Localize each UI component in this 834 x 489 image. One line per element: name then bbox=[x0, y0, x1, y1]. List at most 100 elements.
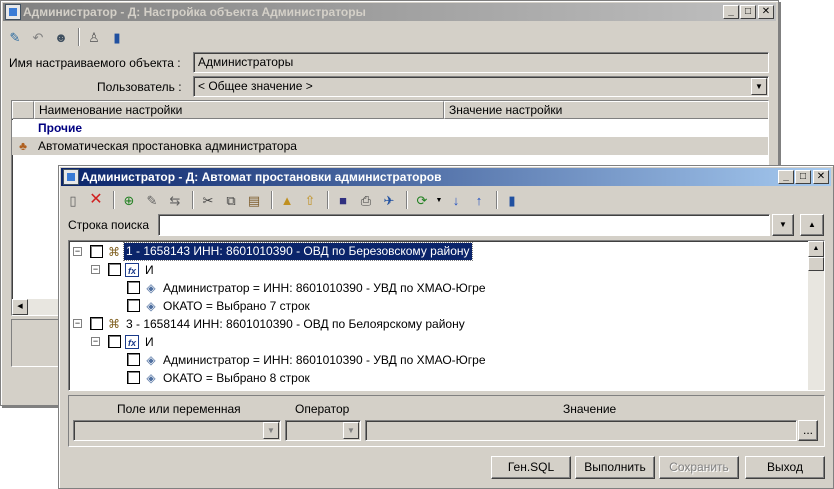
grid-header-value[interactable]: Значение настройки bbox=[444, 101, 768, 119]
users-icon[interactable]: ☻ bbox=[51, 27, 71, 47]
search-prev-button[interactable]: ▲ bbox=[800, 214, 824, 236]
tree-node-condition[interactable]: ◈ Администратор = ИНН: 8601010390 - УВД … bbox=[69, 351, 824, 369]
open-folder-icon[interactable]: ▲ bbox=[277, 190, 297, 210]
paste-icon[interactable]: ▤ bbox=[244, 190, 264, 210]
user-select-dropdown-button[interactable]: ▼ bbox=[751, 78, 767, 95]
filter-value-input[interactable] bbox=[365, 420, 797, 441]
search-label: Строка поиска bbox=[68, 218, 150, 232]
node-checkbox[interactable] bbox=[108, 263, 121, 276]
move-down-icon[interactable]: ↓ bbox=[446, 190, 466, 210]
tree-node-label: 3 - 1658144 ИНН: 8601010390 - ОВД по Бел… bbox=[126, 317, 465, 331]
function-icon: fx bbox=[125, 335, 139, 349]
tree-node-label: Администратор = ИНН: 8601010390 - УВД по… bbox=[163, 353, 486, 367]
maximize-button[interactable]: □ bbox=[795, 170, 811, 184]
grid-row[interactable]: ♣ Автоматическая простановка администрат… bbox=[12, 137, 768, 155]
filter-value-header: Значение bbox=[563, 402, 617, 416]
node-checkbox[interactable] bbox=[108, 335, 121, 348]
auto-assign-title: Администратор - Д: Автомат простановки а… bbox=[81, 170, 442, 184]
collapse-toggle[interactable]: − bbox=[73, 247, 82, 256]
grid-group-label: Прочие bbox=[38, 121, 83, 135]
user-select-value: < Общее значение > bbox=[198, 79, 313, 93]
settings-bottom-panel bbox=[11, 319, 61, 367]
browse-button-label: ... bbox=[802, 423, 813, 437]
grid-row-name: Автоматическая простановка администратор… bbox=[38, 139, 297, 153]
close-button[interactable]: ✕ bbox=[758, 5, 774, 19]
filter-field-header: Поле или переменная bbox=[117, 402, 241, 416]
condition-icon: ◈ bbox=[146, 371, 156, 385]
user-icon[interactable]: ♙ bbox=[84, 27, 104, 47]
tree-node-label: 1 - 1658143 ИНН: 8601010390 - ОВД по Бер… bbox=[123, 242, 473, 261]
toolbar-separator bbox=[496, 191, 498, 209]
collapse-toggle[interactable]: − bbox=[91, 265, 100, 274]
tree-node-label: И bbox=[145, 335, 154, 349]
settings-toolbar: ✎ ↶ ☻ ♙ ▮ bbox=[5, 25, 774, 49]
save-icon[interactable]: ■ bbox=[333, 190, 353, 210]
cut-icon[interactable]: ✂ bbox=[198, 190, 218, 210]
settings-window-titlebar[interactable]: Администратор - Д: Настройка объекта Адм… bbox=[3, 3, 776, 21]
upload-icon[interactable]: ⇧ bbox=[300, 190, 320, 210]
tree-node-rule-3[interactable]: − ⌘ 3 - 1658144 ИНН: 8601010390 - ОВД по… bbox=[69, 315, 824, 333]
tree-node-condition[interactable]: ◈ ОКАТО = Выбрано 8 строк bbox=[69, 369, 824, 387]
close-button[interactable]: ✕ bbox=[813, 170, 829, 184]
auto-assign-titlebar[interactable]: Администратор - Д: Автомат простановки а… bbox=[61, 168, 831, 186]
minimize-button[interactable]: _ bbox=[778, 170, 794, 184]
collapse-toggle[interactable]: − bbox=[73, 319, 82, 328]
settings-window-title: Администратор - Д: Настройка объекта Адм… bbox=[23, 5, 366, 19]
copy-icon[interactable]: ⧉ bbox=[221, 190, 241, 210]
add-node-icon[interactable]: ⊕ bbox=[119, 190, 139, 210]
move-up-icon[interactable]: ↑ bbox=[469, 190, 489, 210]
execute-button[interactable]: Выполнить bbox=[575, 456, 655, 479]
print-icon[interactable]: ⎙ bbox=[356, 190, 376, 210]
node-checkbox[interactable] bbox=[127, 281, 140, 294]
minimize-button[interactable]: _ bbox=[723, 5, 739, 19]
node-checkbox[interactable] bbox=[127, 371, 140, 384]
scroll-up-button[interactable]: ▲ bbox=[808, 241, 824, 257]
tree-node-rule-1[interactable]: − ⌘ 1 - 1658143 ИНН: 8601010390 - ОВД по… bbox=[69, 242, 824, 261]
gen-sql-button[interactable]: Ген.SQL bbox=[491, 456, 571, 479]
app-icon bbox=[5, 4, 21, 20]
node-checkbox[interactable] bbox=[127, 353, 140, 366]
filter-field-select[interactable] bbox=[73, 420, 281, 441]
node-checkbox[interactable] bbox=[127, 299, 140, 312]
filter-field-dropdown-button[interactable]: ▼ bbox=[263, 422, 279, 439]
filter-operator-dropdown-button[interactable]: ▼ bbox=[343, 422, 359, 439]
node-checkbox[interactable] bbox=[90, 317, 103, 330]
object-name-field[interactable]: Администраторы bbox=[193, 52, 769, 73]
save-button[interactable]: Сохранить bbox=[659, 456, 739, 479]
condition-icon: ◈ bbox=[146, 281, 156, 295]
refresh-icon[interactable]: ⟳ bbox=[412, 190, 432, 210]
exit-button[interactable]: Выход bbox=[745, 456, 825, 479]
tree-node-condition[interactable]: ◈ ОКАТО = Выбрано 7 строк bbox=[69, 297, 824, 315]
exit-icon[interactable]: ▮ bbox=[502, 190, 522, 210]
scroll-left-button[interactable]: ◀ bbox=[12, 299, 28, 315]
grid-header-name[interactable]: Наименование настройки bbox=[34, 101, 444, 119]
filter-value-browse-button[interactable]: ... bbox=[798, 420, 818, 441]
node-checkbox[interactable] bbox=[90, 245, 103, 258]
condition-icon: ◈ bbox=[146, 353, 156, 367]
grid-group-row[interactable]: Прочие bbox=[12, 120, 768, 137]
undo-icon[interactable]: ↶ bbox=[28, 27, 48, 47]
edit-node-icon[interactable]: ✎ bbox=[142, 190, 162, 210]
tree-node-label: ОКАТО = Выбрано 7 строк bbox=[163, 299, 310, 313]
tree-node-and-1[interactable]: − fx И bbox=[69, 261, 824, 279]
tree-node-and-3[interactable]: − fx И bbox=[69, 333, 824, 351]
scroll-thumb[interactable] bbox=[808, 257, 824, 271]
toolbar-separator bbox=[406, 191, 408, 209]
exit-icon[interactable]: ▮ bbox=[107, 27, 127, 47]
toolbar-separator bbox=[192, 191, 194, 209]
search-input[interactable] bbox=[158, 214, 770, 236]
delete-icon[interactable]: ✕ bbox=[86, 190, 106, 210]
new-icon[interactable]: ▯ bbox=[63, 190, 83, 210]
refresh-dropdown-icon[interactable]: ▼ bbox=[435, 190, 443, 210]
tree-toolbar: ▯ ✕ ⊕ ✎ ⇆ ✂ ⧉ ▤ ▲ ⇧ ■ ⎙ ✈ ⟳ ▼ ↓ ↑ ▮ bbox=[63, 188, 829, 212]
rule-icon: ⌘ bbox=[108, 317, 120, 331]
tree-node-condition[interactable]: ◈ Администратор = ИНН: 8601010390 - УВД … bbox=[69, 279, 824, 297]
user-select[interactable]: < Общее значение > bbox=[193, 76, 769, 97]
search-next-button[interactable]: ▼ bbox=[772, 214, 794, 236]
collapse-toggle[interactable]: − bbox=[91, 337, 100, 346]
link-icon[interactable]: ⇆ bbox=[165, 190, 185, 210]
export-icon[interactable]: ✈ bbox=[379, 190, 399, 210]
edit-icon[interactable]: ✎ bbox=[5, 27, 25, 47]
tree-vscrollbar[interactable]: ▲ bbox=[808, 241, 824, 390]
maximize-button[interactable]: □ bbox=[740, 5, 756, 19]
